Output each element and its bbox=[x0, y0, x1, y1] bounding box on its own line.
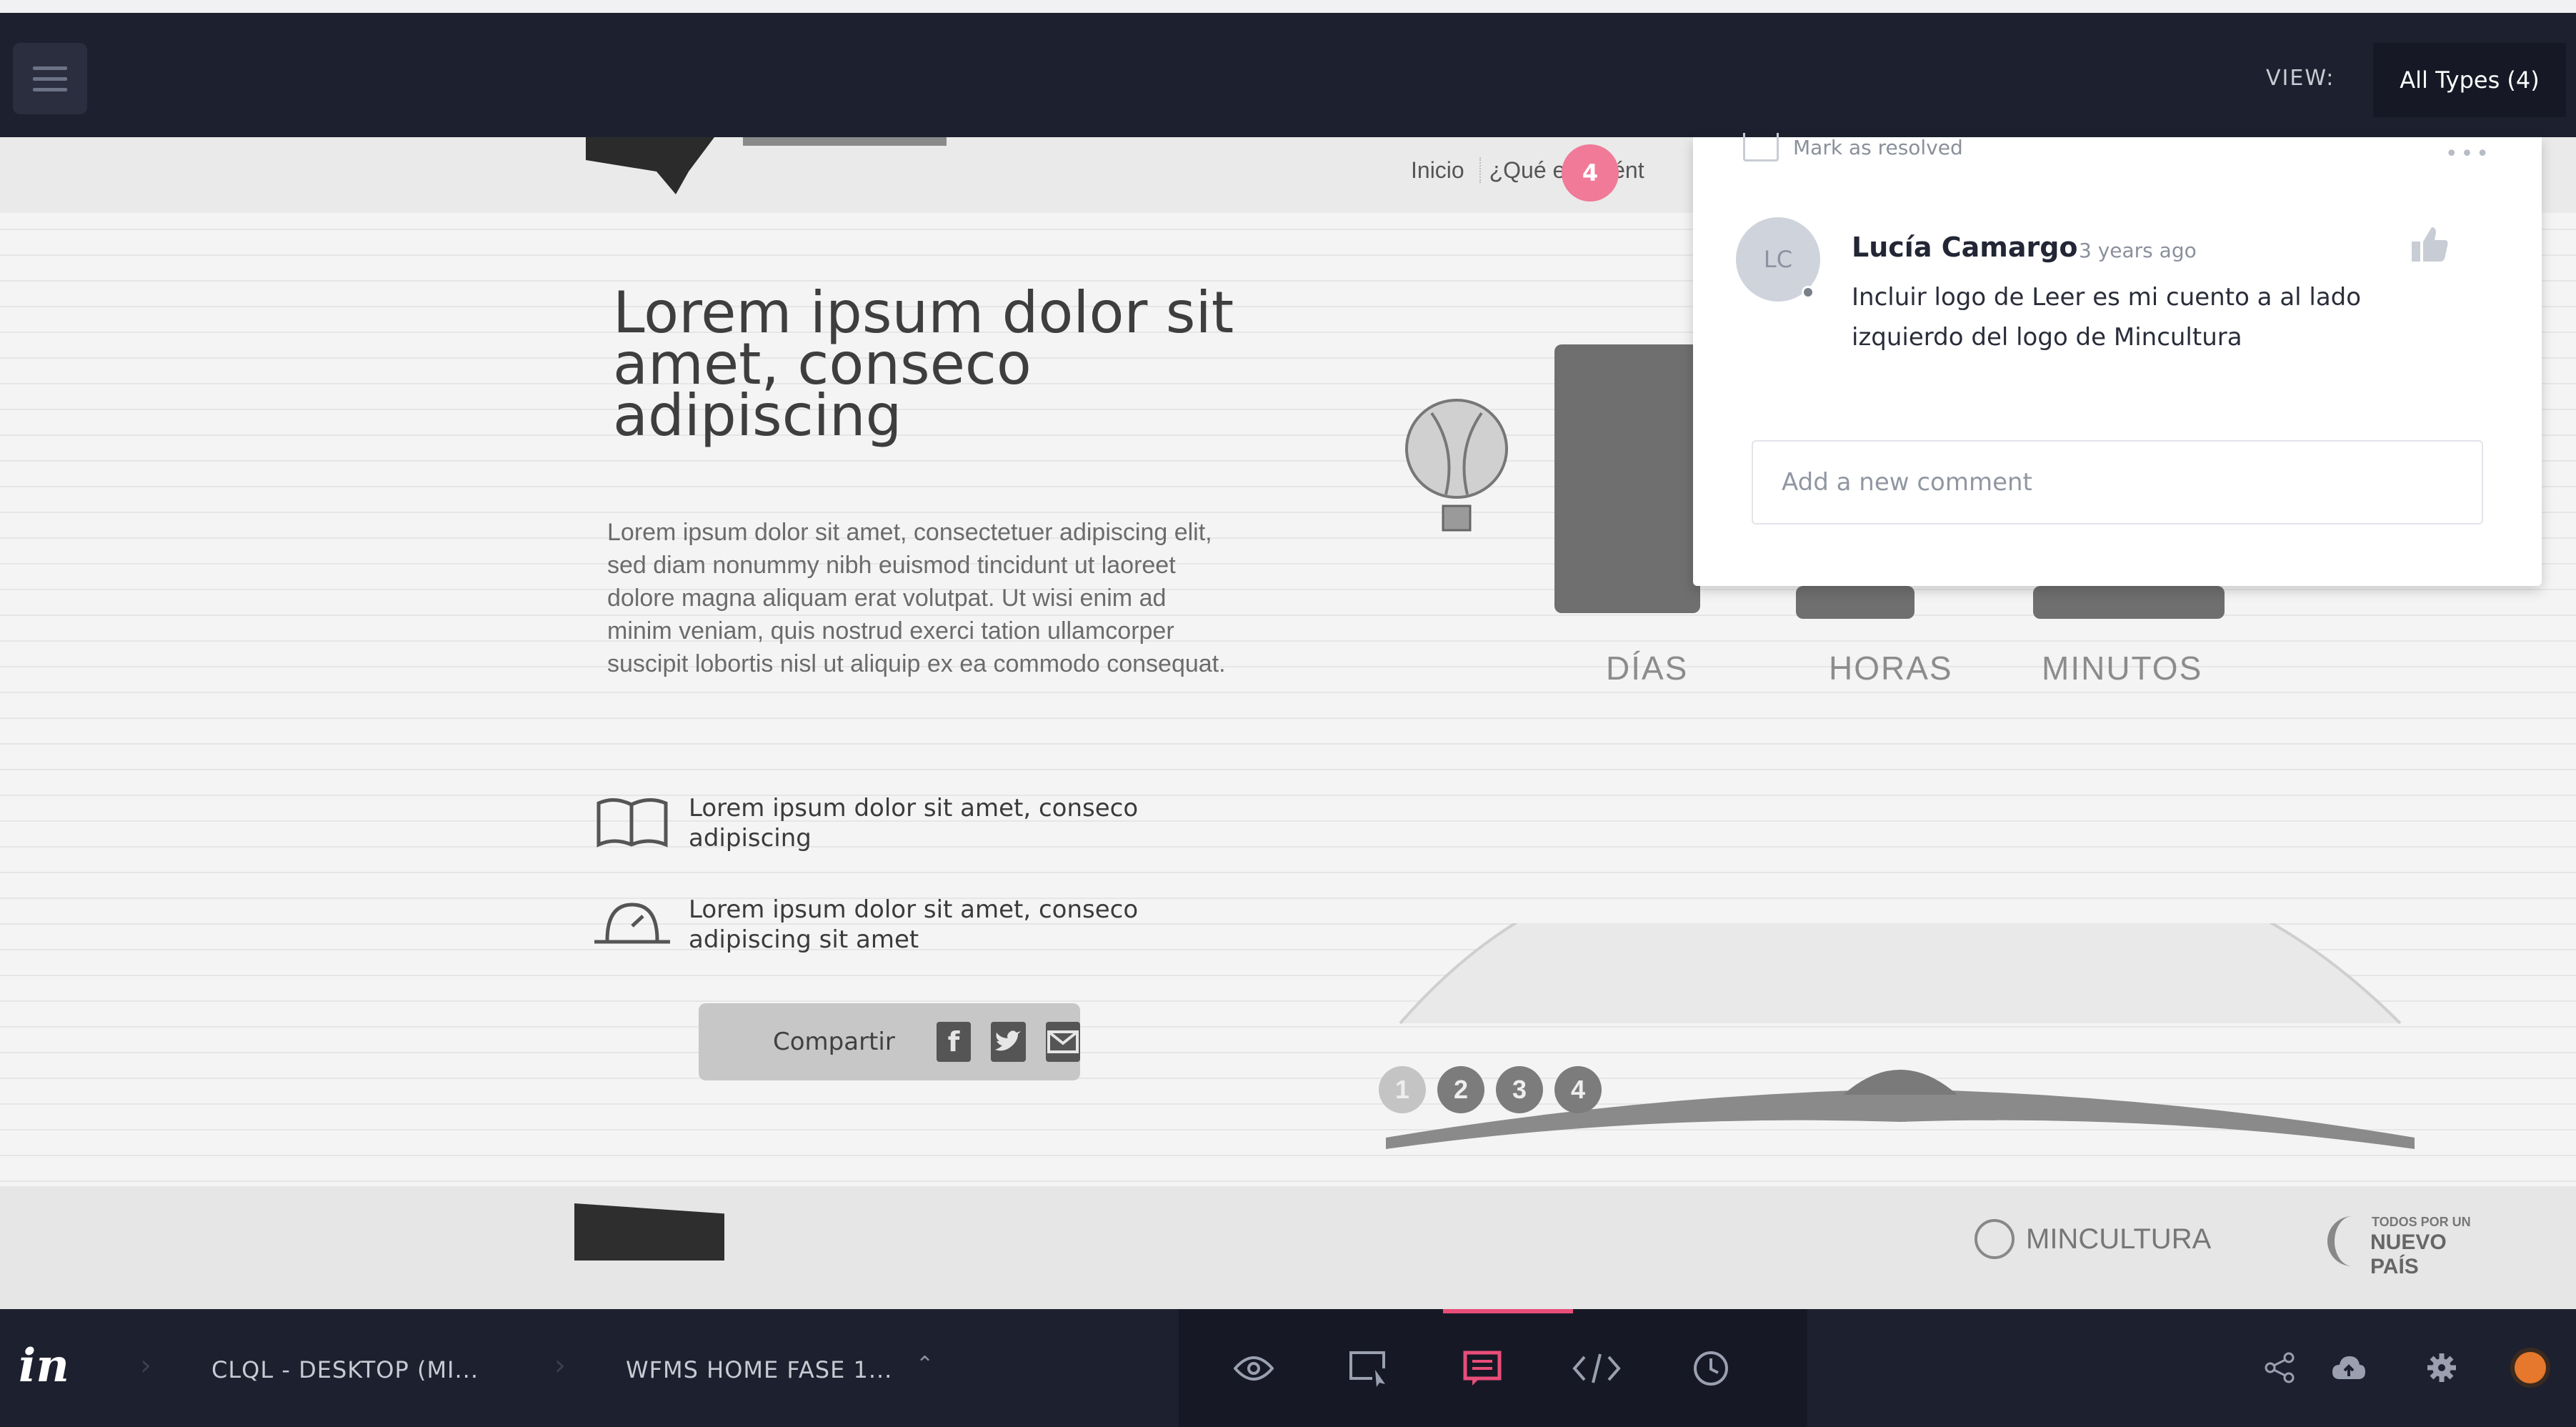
chevron-up-icon[interactable]: ⌃ bbox=[916, 1352, 934, 1377]
cursor-screen-icon bbox=[1349, 1351, 1385, 1387]
share-bar: Compartir f bbox=[699, 1003, 1080, 1080]
pager-dot[interactable]: 1 bbox=[1379, 1066, 1426, 1113]
comment-author: Lucía Camargo bbox=[1852, 232, 2078, 263]
eye-icon bbox=[1234, 1356, 1274, 1381]
feature-text: Lorem ipsum dolor sit amet, conseco adip… bbox=[689, 794, 1139, 852]
clock-icon bbox=[1694, 1351, 1728, 1386]
hamburger-icon bbox=[33, 66, 67, 70]
share-label: Compartir bbox=[773, 1028, 895, 1056]
breadcrumb-project[interactable]: CLQL - DESKTOP (MI... bbox=[211, 1356, 479, 1383]
todos-line2: NUEVO PAÍS bbox=[2370, 1230, 2447, 1278]
share-icon bbox=[2265, 1352, 2295, 1383]
mail-icon[interactable] bbox=[1045, 1022, 1080, 1062]
new-comment-input[interactable] bbox=[1752, 440, 2483, 524]
hamburger-menu-button[interactable] bbox=[13, 43, 87, 114]
comment-panel: Mark as resolved ••• LC Lucía Camargo 3 … bbox=[1693, 133, 2542, 586]
counter-tile-days bbox=[1554, 344, 1700, 613]
invision-logo[interactable]: in bbox=[19, 1339, 69, 1393]
view-filter-select[interactable]: All Types (4) bbox=[2373, 43, 2566, 117]
feature-item: Lorem ipsum dolor sit amet, conseco adip… bbox=[593, 895, 1203, 955]
pager-dot[interactable]: 3 bbox=[1496, 1066, 1543, 1113]
counter-label-hours: HORAS bbox=[1829, 650, 1953, 687]
share-button[interactable] bbox=[2255, 1342, 2306, 1393]
comment-mode-button[interactable] bbox=[1429, 1309, 1573, 1427]
sync-button[interactable] bbox=[2323, 1342, 2375, 1393]
site-logo-text bbox=[743, 137, 947, 146]
chevron-right-icon: › bbox=[140, 1349, 151, 1382]
site-logo bbox=[586, 137, 714, 194]
comment-icon bbox=[1463, 1351, 1502, 1386]
settings-button[interactable] bbox=[2416, 1342, 2467, 1393]
chevron-right-icon: › bbox=[554, 1349, 566, 1382]
mincultura-logo: MINCULTURA bbox=[1975, 1219, 2211, 1259]
hero-text: Lorem ipsum dolor sit amet, consectetuer… bbox=[607, 519, 1226, 677]
twitter-icon[interactable] bbox=[991, 1022, 1026, 1062]
mark-resolved-checkbox[interactable] bbox=[1743, 133, 1779, 161]
todos-por-un-nuevo-pais-logo: TODOS POR UN NUEVO PAÍS bbox=[2327, 1209, 2490, 1278]
more-options-icon[interactable]: ••• bbox=[2445, 141, 2492, 166]
hero-title: Lorem ipsum dolor sit amet, conseco adip… bbox=[613, 279, 1234, 449]
mode-toolbar bbox=[1179, 1309, 1807, 1427]
user-status-icon[interactable] bbox=[2515, 1352, 2546, 1383]
todos-line1: TODOS POR UN bbox=[2372, 1215, 2471, 1229]
code-icon bbox=[1572, 1353, 1621, 1383]
bottom-toolbar: in › CLQL - DESKTOP (MI... › WFMS HOME F… bbox=[0, 1309, 2576, 1427]
balloon-illustration bbox=[1405, 399, 1508, 532]
comment-text: Incluir logo de Leer es mi cuento a al l… bbox=[1852, 283, 2362, 352]
nav-item-inicio[interactable]: Inicio bbox=[1411, 157, 1464, 183]
pager-dot[interactable]: 4 bbox=[1554, 1066, 1602, 1113]
mincultura-text: MINCULTURA bbox=[2026, 1223, 2212, 1255]
breadcrumb-screen[interactable]: WFMS HOME FASE 1... bbox=[626, 1356, 892, 1383]
open-book-illustration bbox=[1386, 923, 2415, 1149]
comment-pin[interactable]: 4 bbox=[1562, 144, 1619, 202]
top-bar: VIEW: All Types (4) bbox=[0, 0, 2576, 137]
seal-icon bbox=[1975, 1219, 2015, 1259]
feature-text: Lorem ipsum dolor sit amet, conseco adip… bbox=[689, 895, 1139, 954]
pager-dot[interactable]: 2 bbox=[1437, 1066, 1484, 1113]
clock-icon bbox=[594, 903, 670, 944]
counter-tile-minutes bbox=[2033, 586, 2225, 619]
counter-label-minutes: MINUTOS bbox=[2042, 650, 2203, 687]
facebook-icon[interactable]: f bbox=[936, 1022, 972, 1062]
inspect-mode-button[interactable] bbox=[1543, 1309, 1650, 1427]
thumbs-up-icon[interactable] bbox=[2407, 223, 2450, 266]
view-label: VIEW: bbox=[2266, 66, 2335, 91]
mark-resolved-label: Mark as resolved bbox=[1793, 135, 1963, 159]
history-mode-button[interactable] bbox=[1657, 1309, 1764, 1427]
comment-timestamp: 3 years ago bbox=[2079, 239, 2197, 262]
flag-icon bbox=[2327, 1216, 2363, 1266]
preview-mode-button[interactable] bbox=[1200, 1309, 1307, 1427]
cloud-upload-icon bbox=[2332, 1356, 2365, 1379]
counter-tile-hours bbox=[1796, 586, 1914, 619]
mark-resolved-row[interactable]: Mark as resolved bbox=[1743, 133, 1963, 161]
settings-icon bbox=[2427, 1353, 2456, 1382]
counter-label-days: DÍAS bbox=[1606, 650, 1689, 687]
presence-dot bbox=[1802, 286, 1814, 299]
open-book-icon bbox=[596, 798, 668, 847]
build-mode-button[interactable] bbox=[1314, 1309, 1422, 1427]
slider-pager: 1 2 3 4 bbox=[1379, 1066, 1602, 1113]
feature-item: Lorem ipsum dolor sit amet, conseco adip… bbox=[593, 793, 1203, 853]
